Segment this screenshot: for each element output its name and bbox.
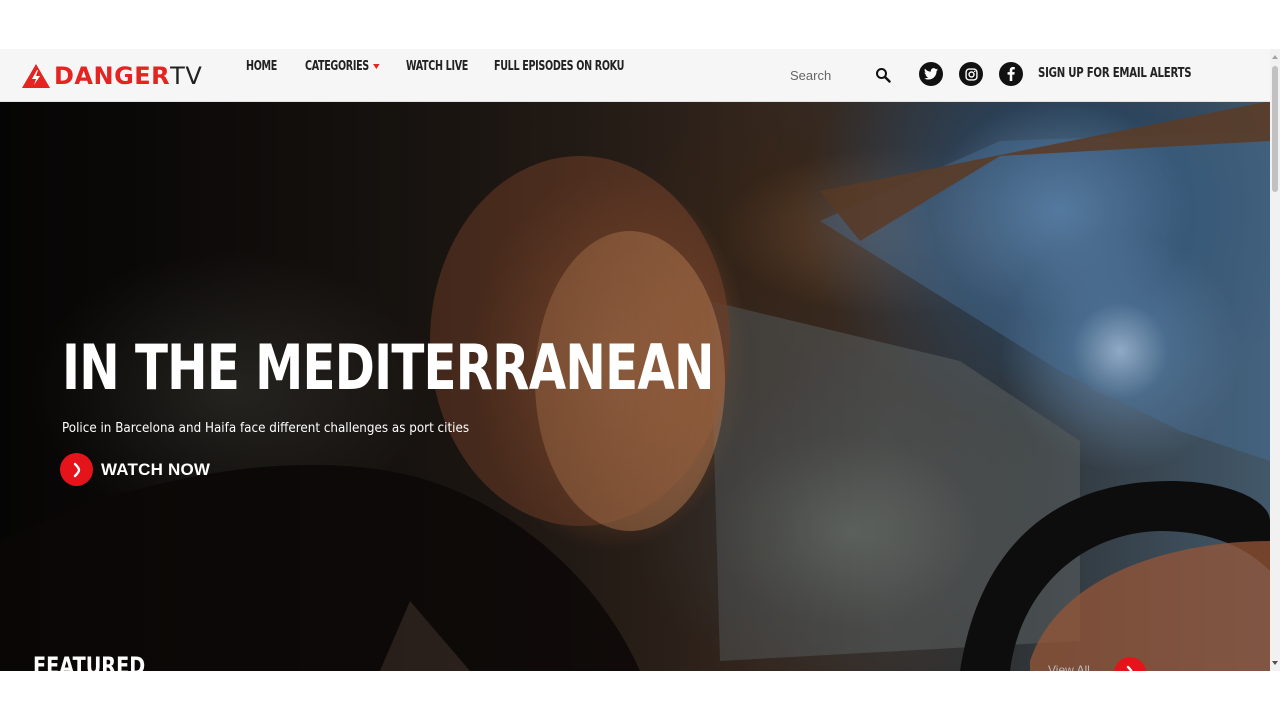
hero-title: IN THE MEDITERRANEAN	[62, 331, 714, 404]
view-all-link[interactable]: View All	[1048, 663, 1090, 671]
nav-watch-live[interactable]: WATCH LIVE	[406, 59, 468, 74]
scroll-up-arrow-icon[interactable]	[1272, 55, 1278, 59]
scroll-down-arrow-icon[interactable]	[1272, 661, 1278, 665]
featured-heading: FEATURED	[33, 652, 146, 671]
facebook-button[interactable]	[999, 62, 1023, 86]
site-header: DANGER TV HOME CATEGORIES WATCH LIVE FUL…	[0, 49, 1270, 102]
instagram-icon	[964, 67, 978, 81]
hero-subtitle: Police in Barcelona and Haifa face diffe…	[62, 421, 470, 436]
chevron-right-icon	[73, 462, 80, 477]
nav-categories-label: CATEGORIES	[305, 58, 369, 74]
browser-page: DANGER TV HOME CATEGORIES WATCH LIVE FUL…	[0, 0, 1280, 720]
caret-down-icon	[372, 63, 380, 69]
chevron-right-icon	[1126, 665, 1133, 671]
instagram-button[interactable]	[959, 62, 983, 86]
search-input[interactable]	[778, 67, 874, 83]
email-alerts-link[interactable]: SIGN UP FOR EMAIL ALERTS	[1038, 66, 1192, 81]
twitter-icon	[924, 68, 938, 80]
site-viewport: DANGER TV HOME CATEGORIES WATCH LIVE FUL…	[0, 49, 1280, 671]
facebook-icon	[1007, 67, 1015, 81]
nav-categories[interactable]: CATEGORIES	[305, 59, 380, 74]
logo-text-tv: TV	[170, 62, 203, 90]
page-scrollbar[interactable]	[1270, 49, 1280, 671]
lightning-bolt-icon	[22, 64, 50, 88]
twitter-button[interactable]	[919, 62, 943, 86]
nav-full-episodes-roku[interactable]: FULL EPISODES ON ROKU	[494, 59, 624, 74]
watch-now-label: WATCH NOW	[101, 459, 211, 479]
dangertv-logo[interactable]: DANGER TV	[22, 62, 203, 90]
watch-now-button[interactable]: WATCH NOW	[60, 453, 210, 486]
hero-banner: IN THE MEDITERRANEAN Police in Barcelona…	[0, 101, 1270, 671]
nav-home[interactable]: HOME	[246, 59, 277, 74]
search-box	[778, 61, 898, 89]
search-icon[interactable]	[875, 67, 891, 83]
logo-text-danger: DANGER	[54, 62, 171, 90]
scrollbar-thumb[interactable]	[1272, 66, 1278, 192]
watch-now-circle	[60, 453, 93, 486]
